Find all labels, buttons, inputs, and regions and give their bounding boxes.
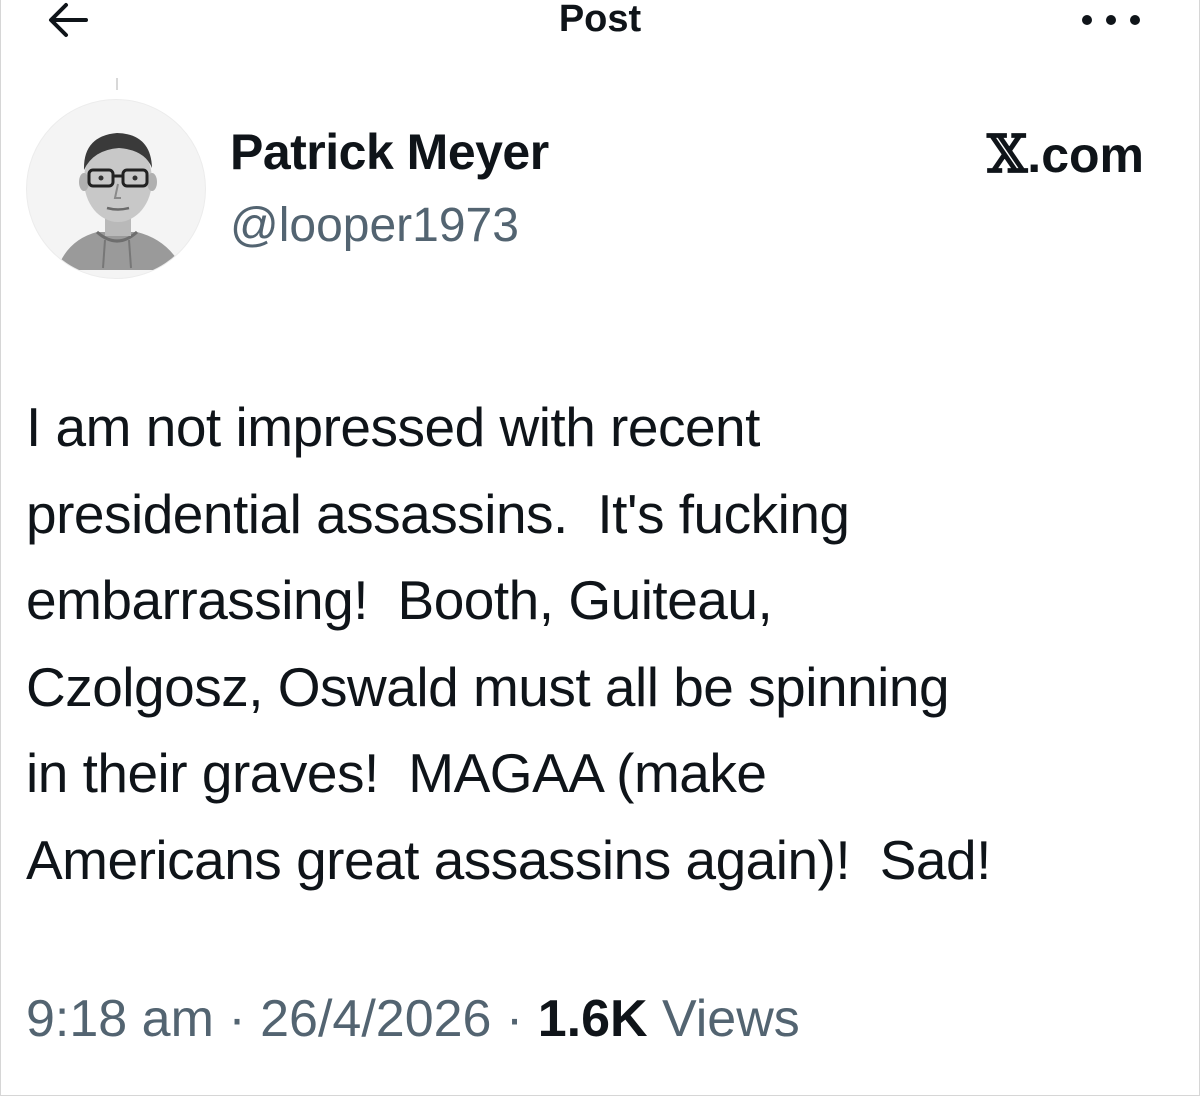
divider-mark [116, 78, 118, 90]
views-link[interactable]: 1.6K Views [538, 990, 800, 1048]
ellipsis-icon [1082, 15, 1092, 25]
author-display-name[interactable]: Patrick Meyer [230, 120, 549, 184]
views-label: Views [662, 990, 800, 1048]
brand-logo: 𝕏 .com [987, 124, 1144, 186]
post-date[interactable]: 26/4/2026 [260, 990, 491, 1048]
post-meta: 9:18 am · 26/4/2026 · 1.6K Views [26, 986, 800, 1052]
post-text: I am not impressed with recent president… [26, 396, 991, 891]
meta-separator: · [228, 990, 246, 1048]
post-time[interactable]: 9:18 am [26, 990, 214, 1048]
author-handle[interactable]: @looper1973 [230, 196, 519, 256]
page-title: Post [558, 0, 642, 40]
meta-separator: · [505, 990, 524, 1048]
profile-photo-icon [57, 133, 183, 270]
x-logo-icon: 𝕏 [986, 124, 1028, 185]
brand-domain: .com [1027, 127, 1144, 183]
avatar[interactable] [26, 99, 206, 279]
ellipsis-dot [1130, 15, 1140, 25]
more-options-button[interactable] [1082, 6, 1140, 34]
ellipsis-dot [1106, 15, 1116, 25]
views-count: 1.6K [537, 990, 648, 1048]
